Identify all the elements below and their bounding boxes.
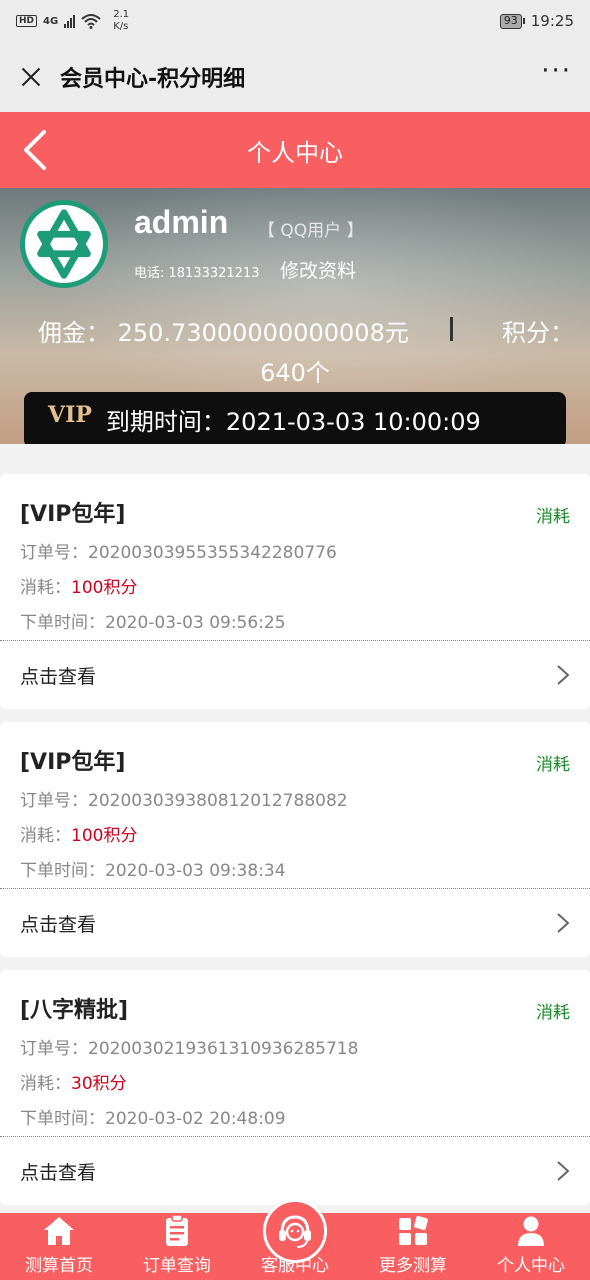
stats-divider [450,317,453,341]
order-time-line: 下单时间：2020-03-03 09:38:34 [20,856,570,881]
order-info: [八字精批] 消耗 订单号：2020030219361310936285718 … [0,970,590,1136]
status-bar: HD 4G 2.1 K/s 93 19:25 [0,0,590,42]
cost-line: 消耗：30积分 [20,1069,570,1094]
clock: 19:25 [530,12,574,30]
order-number-label: 订单号： [20,791,88,811]
close-icon[interactable] [18,64,44,90]
grid-icon [399,1216,428,1245]
product-name: [八字精批] [20,998,129,1023]
star-of-david-icon [37,209,91,279]
order-number-label: 订单号： [20,543,88,563]
chevron-right-icon [557,665,570,685]
chevron-right-icon [557,1161,570,1181]
hd-indicator: HD [16,15,38,27]
order-number-line: 订单号：20200303955355342280776 [20,538,570,563]
order-time-line: 下单时间：2020-03-03 09:56:25 [20,608,570,633]
window-title: 会员中心-积分明细 [60,67,246,92]
vip-expiry: 到期时间：2021-03-03 10:00:09 [105,408,481,436]
username: admin [134,204,229,240]
order-status: 消耗 [536,755,570,775]
network-speed: 2.1 K/s [113,9,129,33]
view-order-link[interactable]: 点击查看 [20,1158,96,1185]
order-number: 202003039380812012788082 [88,791,348,811]
view-order-link[interactable]: 点击查看 [20,910,96,937]
order-time-label: 下单时间： [20,861,105,881]
order-status: 消耗 [536,507,570,527]
order-number: 2020030219361310936285718 [88,1039,359,1059]
nav-label: 更多测算 [379,1256,447,1276]
view-order-row[interactable]: 点击查看 [0,1137,590,1205]
nav-label: 订单查询 [143,1256,211,1276]
phone-number: 电话: 18133321213 [134,266,260,281]
order-info: [VIP包年] 消耗 订单号：20200303955355342280776 消… [0,474,590,640]
commission: 佣金： 250.73000000000008元 [38,319,409,347]
view-order-link[interactable]: 点击查看 [20,662,96,689]
headset-icon [279,1215,311,1248]
page-title: 个人中心 [247,138,343,167]
view-order-row[interactable]: 点击查看 [0,641,590,709]
status-left: HD 4G 2.1 K/s [16,9,129,33]
title-bar: 会员中心-积分明细 ··· [0,42,590,112]
nav-label: 测算首页 [25,1256,93,1276]
user-type: 【 QQ用户 】 [258,221,364,241]
nav-item-more[interactable]: 更多测算 [354,1213,472,1280]
home-icon [44,1217,74,1245]
order-time: 2020-03-02 20:48:09 [105,1109,286,1129]
clipboard-icon [166,1214,188,1246]
edit-profile-link[interactable]: 修改资料 [280,256,356,283]
vip-bar: VIP 到期时间：2021-03-03 10:00:09 [24,392,566,444]
nav-item-customer-service[interactable]: 客服中心 [236,1199,354,1280]
nav-item-profile[interactable]: 个人中心 [472,1213,590,1280]
cost-label: 消耗： [20,826,71,846]
order-info: [VIP包年] 消耗 订单号：202003039380812012788082 … [0,722,590,888]
cost-value: 30积分 [71,1074,127,1094]
cost-line: 消耗：100积分 [20,821,570,846]
order-time-label: 下单时间： [20,613,105,633]
more-menu-icon[interactable]: ··· [541,58,572,88]
cost-label: 消耗： [20,578,71,598]
cost-line: 消耗：100积分 [20,573,570,598]
product-name: [VIP包年] [20,750,126,775]
order-time: 2020-03-03 09:38:34 [105,861,286,881]
nav-item-orders[interactable]: 订单查询 [118,1213,236,1280]
headset-bubble [263,1199,327,1263]
cost-value: 100积分 [71,578,138,598]
bottom-nav: 测算首页 订单查询 客服中心 更多测算 个人中心 [0,1199,590,1280]
nav-item-home[interactable]: 测算首页 [0,1213,118,1280]
battery-icon: 93 [499,13,525,29]
status-right: 93 19:25 [499,12,574,30]
order-number-line: 订单号：2020030219361310936285718 [20,1034,570,1059]
order-card: [VIP包年] 消耗 订单号：20200303955355342280776 消… [0,474,590,709]
signal-icon [64,14,76,28]
vip-badge: VIP [48,402,92,428]
page-header: 个人中心 [0,112,590,188]
speed-unit: K/s [113,21,129,32]
cost-value: 100积分 [71,826,138,846]
points-value: 640个 [260,359,330,387]
order-card: [八字精批] 消耗 订单号：2020030219361310936285718 … [0,970,590,1205]
order-number-label: 订单号： [20,1039,88,1059]
avatar[interactable] [20,200,108,288]
order-number-line: 订单号：202003039380812012788082 [20,786,570,811]
network-type: 4G [43,15,59,27]
chevron-right-icon [557,913,570,933]
back-icon[interactable] [18,128,58,172]
battery-level: 93 [499,13,522,29]
order-card: [VIP包年] 消耗 订单号：202003039380812012788082 … [0,722,590,957]
order-status: 消耗 [536,1003,570,1023]
order-number: 20200303955355342280776 [88,543,337,563]
order-time-label: 下单时间： [20,1109,105,1129]
view-order-row[interactable]: 点击查看 [0,889,590,957]
speed-value: 2.1 [113,9,130,20]
user-icon [518,1216,544,1246]
points-label: 积分： [502,319,574,347]
nav-label: 个人中心 [497,1256,565,1276]
order-time-line: 下单时间：2020-03-02 20:48:09 [20,1104,570,1129]
product-name: [VIP包年] [20,502,126,527]
cost-label: 消耗： [20,1074,71,1094]
profile-panel: admin 【 QQ用户 】 电话: 18133321213 修改资料 佣金： … [0,188,590,444]
wifi-icon [81,14,101,29]
order-time: 2020-03-03 09:56:25 [105,613,286,633]
